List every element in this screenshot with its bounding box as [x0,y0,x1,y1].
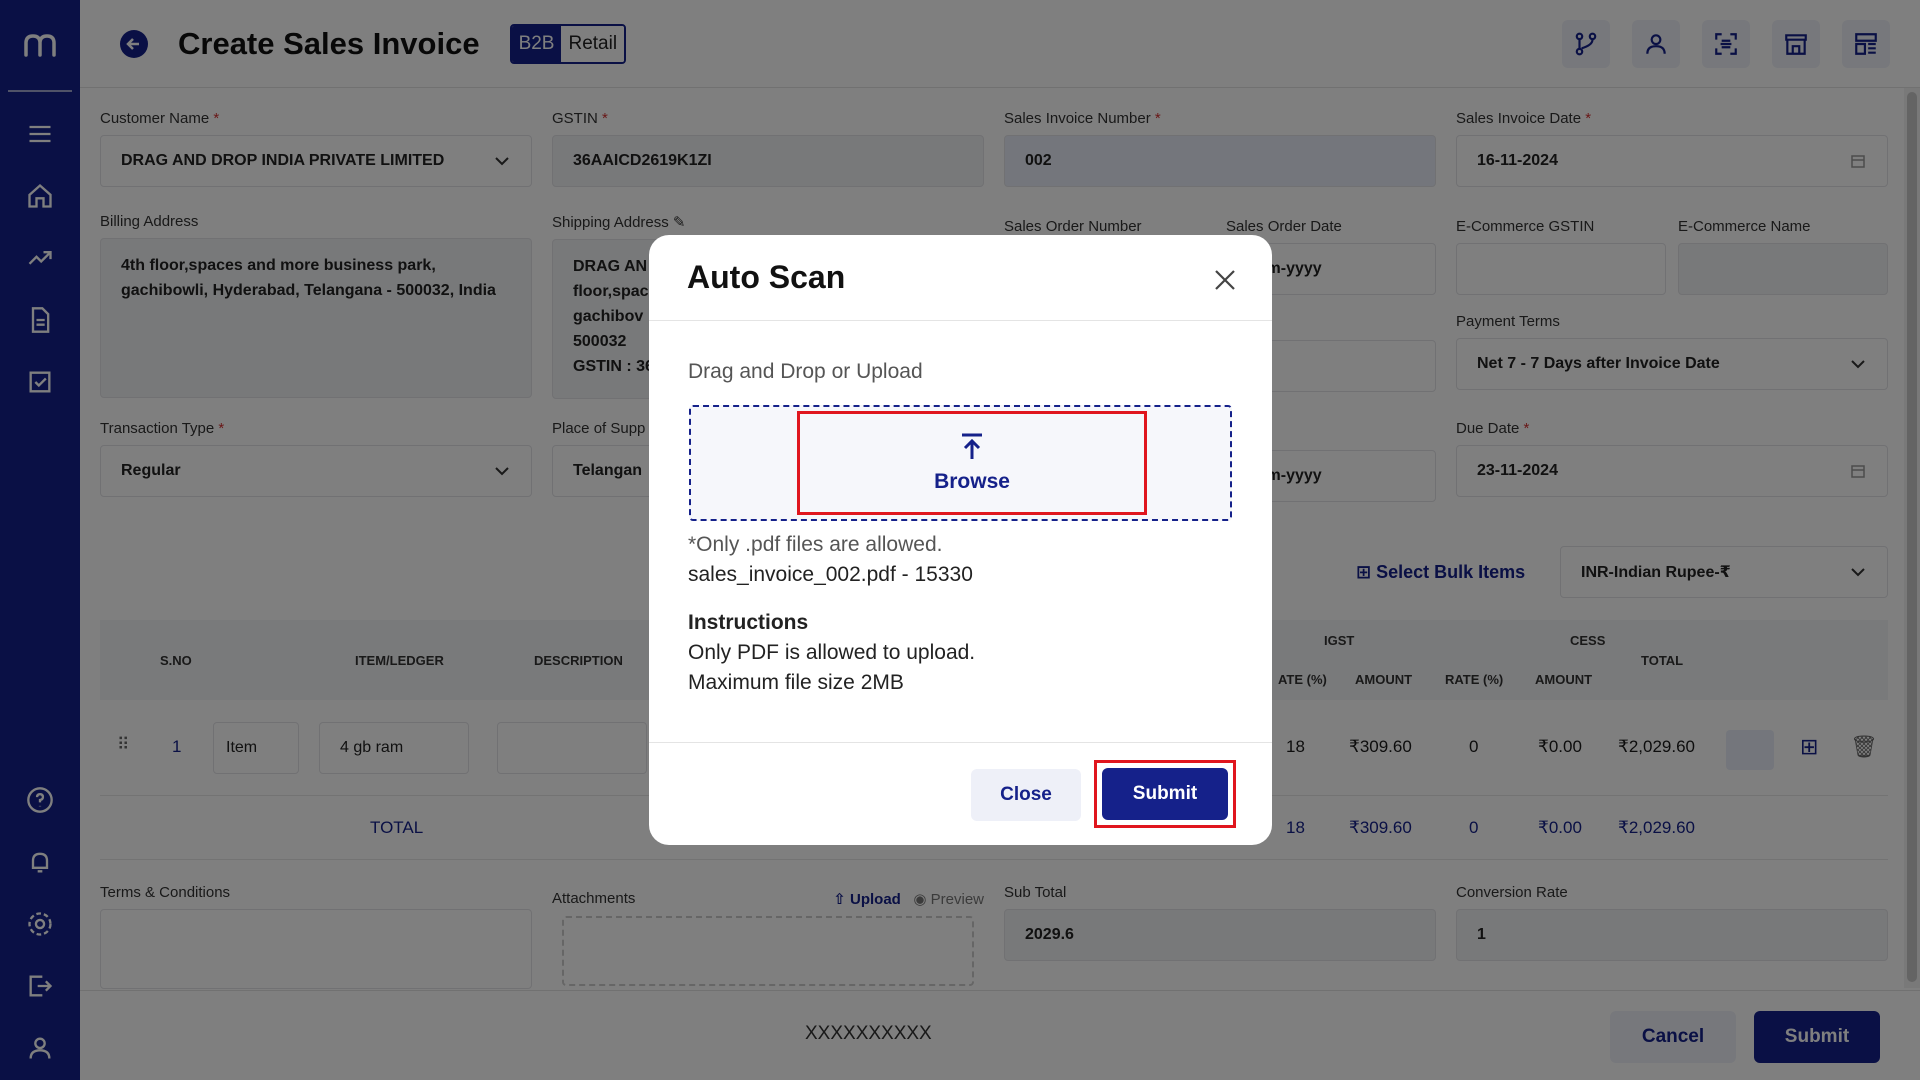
browse-button[interactable]: Browse [797,411,1147,515]
modal-close-button[interactable]: Close [971,769,1081,821]
auto-scan-modal: Auto Scan Drag and Drop or Upload Browse… [649,235,1272,845]
modal-divider [649,320,1272,321]
file-dropzone[interactable]: Browse [689,405,1232,521]
instruction-item: Only PDF is allowed to upload. [688,641,976,664]
close-icon[interactable] [1210,265,1240,295]
drop-label: Drag and Drop or Upload [688,360,923,383]
instruction-item: Maximum file size 2MB [688,671,904,694]
modal-title: Auto Scan [687,259,846,295]
submit-highlight: Submit [1094,760,1236,828]
instructions-title: Instructions [688,611,809,634]
selected-file-info: sales_invoice_002.pdf - 15330 [688,563,973,586]
modal-submit-button[interactable]: Submit [1102,768,1228,820]
browse-label: Browse [934,470,1010,493]
modal-divider [649,742,1272,743]
upload-arrow-icon [962,433,982,459]
pdf-only-note: *Only .pdf files are allowed. [688,533,943,556]
